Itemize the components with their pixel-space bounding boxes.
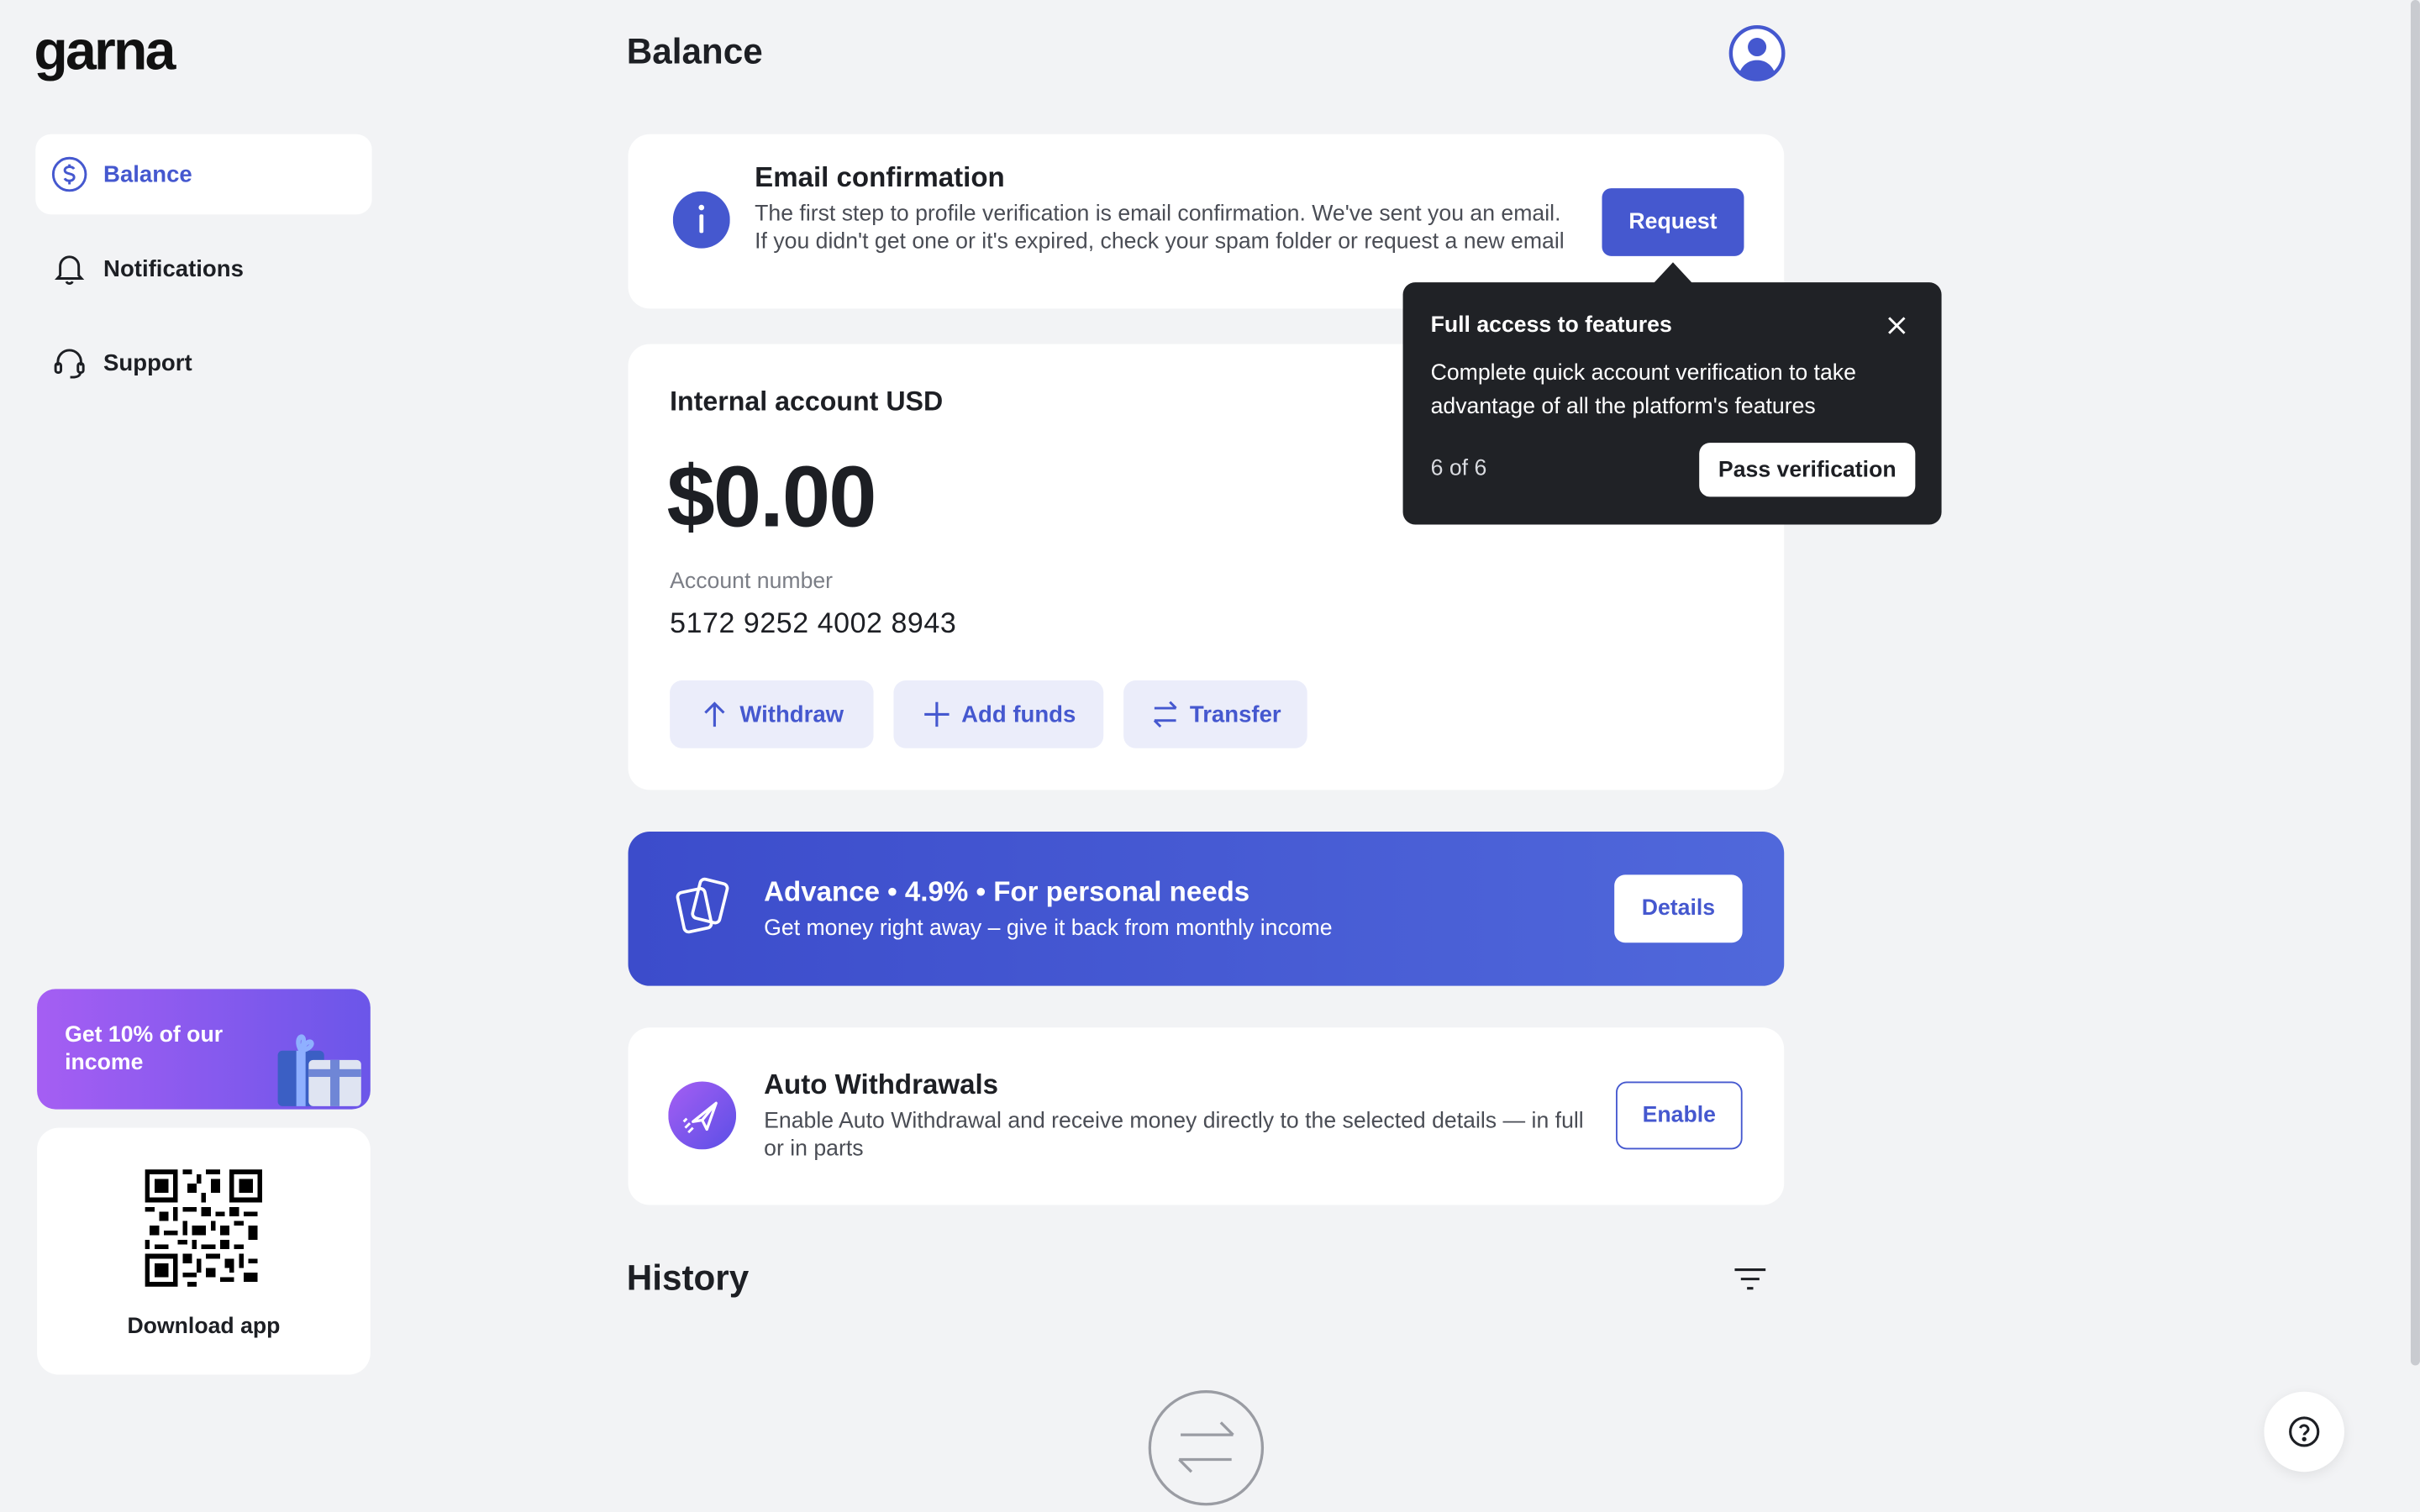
add-funds-button[interactable]: Add funds bbox=[893, 680, 1104, 748]
dollar-circle-icon bbox=[51, 156, 88, 193]
tooltip-step: 6 of 6 bbox=[1430, 456, 1487, 482]
sidebar-item-notifications[interactable]: Notifications bbox=[35, 228, 371, 309]
avatar[interactable] bbox=[1728, 24, 1786, 81]
filter-icon[interactable] bbox=[1732, 1263, 1769, 1294]
send-icon bbox=[668, 1081, 737, 1150]
sidebar-item-balance[interactable]: Balance bbox=[35, 134, 372, 215]
advance-subtitle: Get money right away – give it back from… bbox=[764, 916, 1333, 942]
question-icon bbox=[2289, 1416, 2320, 1447]
close-icon[interactable] bbox=[1886, 315, 1907, 337]
scrollbar[interactable] bbox=[2410, 0, 2420, 1366]
info-icon bbox=[672, 191, 730, 249]
pass-verification-button[interactable]: Pass verification bbox=[1699, 443, 1916, 497]
advance-banner[interactable]: Advance • 4.9% • For personal needs Get … bbox=[628, 831, 1785, 986]
help-button[interactable] bbox=[2264, 1391, 2344, 1473]
sidebar-item-label: Balance bbox=[103, 160, 192, 188]
referral-promo-banner[interactable]: Get 10% of our income bbox=[37, 989, 371, 1110]
auto-withdrawals-title: Auto Withdrawals bbox=[764, 1068, 999, 1100]
email-confirmation-title: Email confirmation bbox=[755, 161, 1005, 193]
sidebar-item-support[interactable]: Support bbox=[35, 323, 371, 403]
transfer-button[interactable]: Transfer bbox=[1123, 680, 1307, 748]
account-number-label: Account number bbox=[670, 569, 834, 595]
tooltip-text: Complete quick account verification to t… bbox=[1430, 360, 1856, 420]
advance-title: Advance • 4.9% • For personal needs bbox=[764, 876, 1250, 907]
verification-tooltip: Full access to features Complete quick a… bbox=[1402, 282, 1942, 525]
account-number: 5172 9252 4002 8943 bbox=[670, 606, 957, 639]
withdraw-button[interactable]: Withdraw bbox=[670, 680, 874, 748]
add-funds-label: Add funds bbox=[961, 701, 1076, 728]
promo-text: Get 10% of our income bbox=[65, 1022, 224, 1076]
gift-icon bbox=[277, 1034, 361, 1106]
history-title: History bbox=[626, 1257, 750, 1298]
headset-icon bbox=[51, 344, 88, 381]
withdraw-label: Withdraw bbox=[739, 701, 844, 728]
enable-button[interactable]: Enable bbox=[1616, 1081, 1743, 1150]
auto-withdrawals-text: Enable Auto Withdrawal and receive money… bbox=[764, 1109, 1584, 1162]
cards-icon bbox=[676, 877, 729, 934]
qr-code-icon bbox=[145, 1169, 263, 1287]
download-app-label: Download app bbox=[127, 1314, 281, 1340]
download-app-card[interactable]: Download app bbox=[37, 1127, 371, 1375]
sidebar-item-label: Support bbox=[103, 349, 192, 376]
account-balance: $0.00 bbox=[666, 447, 876, 545]
auto-withdrawals-card: Auto Withdrawals Enable Auto Withdrawal … bbox=[628, 1027, 1785, 1205]
tooltip-title: Full access to features bbox=[1430, 312, 1672, 339]
user-icon bbox=[1728, 24, 1786, 81]
account-title: Internal account USD bbox=[670, 386, 944, 417]
request-button[interactable]: Request bbox=[1602, 188, 1744, 256]
bell-icon bbox=[51, 250, 88, 287]
transfer-label: Transfer bbox=[1189, 701, 1281, 728]
tooltip-arrow bbox=[1653, 262, 1693, 284]
sidebar-item-label: Notifications bbox=[103, 255, 244, 282]
email-confirmation-text: The first step to profile verification i… bbox=[755, 202, 1565, 255]
plus-icon bbox=[924, 701, 950, 727]
garna-logo[interactable]: garna bbox=[34, 18, 176, 83]
transfer-icon bbox=[1153, 701, 1177, 728]
page-title: Balance bbox=[626, 30, 763, 71]
details-button[interactable]: Details bbox=[1614, 874, 1743, 943]
transfer-arrows-icon bbox=[1148, 1390, 1265, 1506]
arrow-up-icon bbox=[704, 701, 726, 727]
